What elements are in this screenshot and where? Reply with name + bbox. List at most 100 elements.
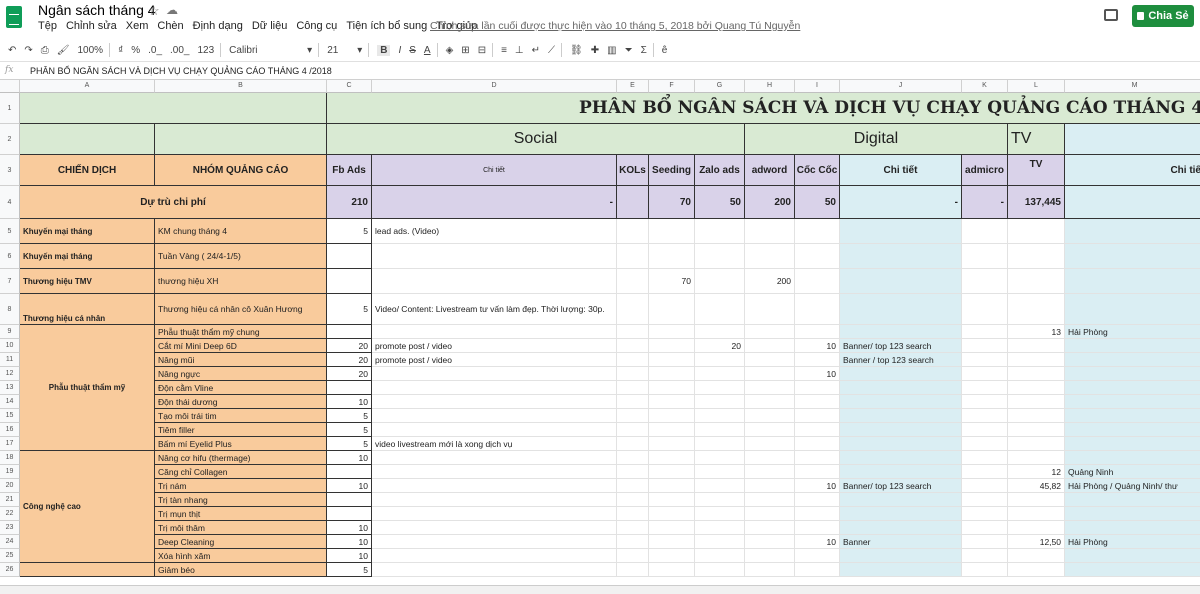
row-header[interactable]: 22 xyxy=(0,507,20,521)
cell-l21[interactable] xyxy=(1008,493,1065,507)
decrease-decimal-button[interactable]: .0_ xyxy=(148,45,162,56)
cell-m7[interactable] xyxy=(1065,269,1200,294)
row-header[interactable]: 5 xyxy=(0,219,20,244)
cell-b20[interactable]: Trị nám xyxy=(155,479,327,493)
cell-j13[interactable] xyxy=(840,381,962,395)
cell-j12[interactable] xyxy=(840,367,962,381)
cell-g23[interactable] xyxy=(695,521,745,535)
cell-k20[interactable] xyxy=(962,479,1008,493)
header-nhom-quang-cao[interactable]: NHÓM QUẢNG CÁO xyxy=(155,155,327,186)
cell-l11[interactable] xyxy=(1008,353,1065,367)
cell-l5[interactable] xyxy=(1008,219,1065,244)
column-header-g[interactable]: G xyxy=(695,80,745,93)
cell-k13[interactable] xyxy=(962,381,1008,395)
cell-i15[interactable] xyxy=(795,409,840,423)
cell-l22[interactable] xyxy=(1008,507,1065,521)
cell-b16[interactable]: Tiêm filler xyxy=(155,423,327,437)
text-color-button[interactable]: A xyxy=(424,45,431,56)
formula-input[interactable]: PHÂN BỔ NGÂN SÁCH VÀ DỊCH VỤ CHẠY QUẢNG … xyxy=(30,66,332,76)
cell-h18[interactable] xyxy=(745,451,795,465)
cell-i13[interactable] xyxy=(795,381,840,395)
cell-j22[interactable] xyxy=(840,507,962,521)
cell-h25[interactable] xyxy=(745,549,795,563)
zoom-select[interactable]: 100% xyxy=(77,45,103,56)
cell-k11[interactable] xyxy=(962,353,1008,367)
cell-i19[interactable] xyxy=(795,465,840,479)
cell-j19[interactable] xyxy=(840,465,962,479)
cell-h16[interactable] xyxy=(745,423,795,437)
row-header[interactable]: 19 xyxy=(0,465,20,479)
row-header[interactable]: 2 xyxy=(0,124,20,155)
cell-l7[interactable] xyxy=(1008,269,1065,294)
cell-d15[interactable] xyxy=(372,409,617,423)
cell-d12[interactable] xyxy=(372,367,617,381)
cell-g17[interactable] xyxy=(695,437,745,451)
row-header[interactable]: 21 xyxy=(0,493,20,507)
cell-g19[interactable] xyxy=(695,465,745,479)
cell-l8[interactable] xyxy=(1008,294,1065,325)
cell-j15[interactable] xyxy=(840,409,962,423)
cell-b25[interactable]: Xóa hình xăm xyxy=(155,549,327,563)
cell-l10[interactable] xyxy=(1008,339,1065,353)
text-rotate-icon[interactable]: ⟋ xyxy=(548,45,555,56)
cell-m4[interactable] xyxy=(1065,186,1200,219)
cell-k10[interactable] xyxy=(962,339,1008,353)
cell-e19[interactable] xyxy=(617,465,649,479)
cell-m15[interactable] xyxy=(1065,409,1200,423)
cell-a26[interactable] xyxy=(20,563,155,577)
cell-c11[interactable]: 20 xyxy=(327,353,372,367)
cell-g16[interactable] xyxy=(695,423,745,437)
merge-cells-icon[interactable]: ⊟ xyxy=(478,45,486,56)
cell-g11[interactable] xyxy=(695,353,745,367)
group-tv[interactable]: TV xyxy=(1008,124,1065,155)
functions-icon[interactable]: Σ xyxy=(641,45,647,56)
cell-i23[interactable] xyxy=(795,521,840,535)
cell-g5[interactable] xyxy=(695,219,745,244)
cell-m26[interactable] xyxy=(1065,563,1200,577)
reserve-c[interactable]: 210 xyxy=(327,186,372,219)
filter-icon[interactable]: ⏷ xyxy=(625,45,633,56)
cell-b10[interactable]: Cắt mí Mini Deep 6D xyxy=(155,339,327,353)
cell-e22[interactable] xyxy=(617,507,649,521)
reserve-d[interactable]: - xyxy=(372,186,617,219)
cell-e13[interactable] xyxy=(617,381,649,395)
cell-f12[interactable] xyxy=(649,367,695,381)
strikethrough-button[interactable]: S xyxy=(409,45,416,56)
cell-m21[interactable] xyxy=(1065,493,1200,507)
cell-b17[interactable]: Bấm mí Eyelid Plus xyxy=(155,437,327,451)
cell-e16[interactable] xyxy=(617,423,649,437)
cell-f23[interactable] xyxy=(649,521,695,535)
cell-c24[interactable]: 10 xyxy=(327,535,372,549)
row-header[interactable]: 7 xyxy=(0,269,20,294)
cell-d10[interactable]: promote post / video xyxy=(372,339,617,353)
menu-format[interactable]: Định dạng xyxy=(193,20,243,32)
column-header-k[interactable]: K xyxy=(962,80,1008,93)
cell-c10[interactable]: 20 xyxy=(327,339,372,353)
cell-h23[interactable] xyxy=(745,521,795,535)
cell-i21[interactable] xyxy=(795,493,840,507)
reserve-k[interactable]: - xyxy=(962,186,1008,219)
reserve-label[interactable]: Dự trù chi phí xyxy=(20,186,327,219)
cell-e8[interactable] xyxy=(617,294,649,325)
cell-h5[interactable] xyxy=(745,219,795,244)
cell-e5[interactable] xyxy=(617,219,649,244)
cell-d7[interactable] xyxy=(372,269,617,294)
cell-m25[interactable] xyxy=(1065,549,1200,563)
cell-f19[interactable] xyxy=(649,465,695,479)
cell-i11[interactable] xyxy=(795,353,840,367)
last-edit-link[interactable]: Chỉnh sửa lần cuối được thực hiện vào 10… xyxy=(430,20,800,32)
cell-k6[interactable] xyxy=(962,244,1008,269)
cell-g6[interactable] xyxy=(695,244,745,269)
row-header[interactable]: 26 xyxy=(0,563,20,577)
menu-tools[interactable]: Công cụ xyxy=(296,20,337,32)
cell-e7[interactable] xyxy=(617,269,649,294)
column-header-b[interactable]: B xyxy=(155,80,327,93)
cell-m11[interactable] xyxy=(1065,353,1200,367)
row-header[interactable]: 18 xyxy=(0,451,20,465)
cell-b14[interactable]: Độn thái dương xyxy=(155,395,327,409)
row-header[interactable]: 14 xyxy=(0,395,20,409)
menu-edit[interactable]: Chỉnh sửa xyxy=(66,20,117,32)
cell-g22[interactable] xyxy=(695,507,745,521)
cell-l13[interactable] xyxy=(1008,381,1065,395)
cell-l14[interactable] xyxy=(1008,395,1065,409)
